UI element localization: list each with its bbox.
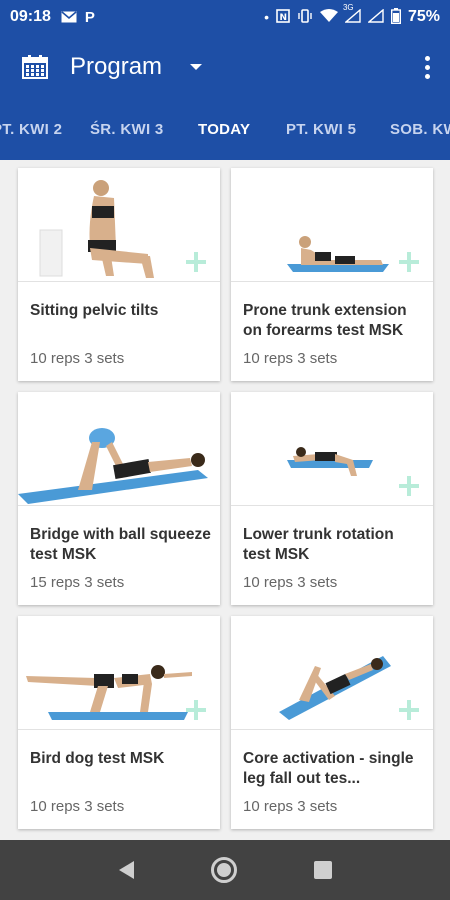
exercise-name: Sitting pelvic tilts — [30, 302, 159, 319]
mail-icon — [61, 11, 77, 23]
exercise-name: Bridge with ball squeeze test MSK — [30, 526, 211, 563]
exercise-image — [18, 616, 220, 730]
app-title[interactable]: Program — [70, 53, 162, 81]
exercise-card[interactable]: Sitting pelvic tilts 10 reps 3 sets — [18, 168, 220, 381]
network-type: 3G — [342, 2, 354, 12]
battery-percent: 75% — [407, 8, 440, 25]
status-indicators: • N 3G 75% — [264, 3, 440, 27]
exercise-image — [231, 392, 433, 506]
exercise-grid: Sitting pelvic tilts 10 reps 3 sets Pron… — [0, 160, 450, 840]
exercise-image — [231, 616, 433, 730]
calendar-icon[interactable] — [22, 55, 48, 79]
exercise-card[interactable]: Bird dog test MSK 10 reps 3 sets — [18, 616, 220, 829]
exercise-name: Lower trunk rotation test MSK — [243, 526, 394, 563]
tab-day-5[interactable]: SOB. KWI 6 — [390, 100, 450, 160]
recent-apps-icon[interactable] — [313, 861, 332, 879]
signal-icon: 3G — [343, 3, 361, 26]
dropdown-arrow-icon[interactable] — [190, 64, 203, 70]
app-bar: Program — [0, 34, 450, 100]
svg-text:N: N — [279, 13, 287, 23]
vibrate-icon — [297, 8, 313, 26]
exercise-name: Core activation - single leg fall out te… — [243, 750, 414, 787]
tab-day-4[interactable]: PT. KWI 5 — [286, 100, 356, 160]
exercise-sets: 10 reps 3 sets — [30, 350, 125, 367]
exercise-card[interactable]: Lower trunk rotation test MSK 10 reps 3 … — [231, 392, 433, 605]
exercise-image — [231, 168, 433, 282]
add-icon[interactable] — [186, 252, 206, 272]
add-icon[interactable] — [399, 476, 419, 496]
tab-today[interactable]: TODAY — [198, 100, 250, 160]
back-icon[interactable] — [118, 861, 134, 879]
nfc-icon: N — [276, 8, 290, 26]
home-icon[interactable] — [210, 857, 237, 883]
signal-icon-2 — [367, 7, 384, 26]
exercise-sets: 10 reps 3 sets — [30, 798, 125, 815]
add-icon[interactable] — [186, 700, 206, 720]
exercise-sets: 15 reps 3 sets — [30, 574, 125, 591]
exercise-card[interactable]: Core activation - single leg fall out te… — [231, 616, 433, 829]
add-icon[interactable] — [399, 700, 419, 720]
system-nav-bar — [0, 840, 450, 900]
exercise-sets: 10 reps 3 sets — [243, 798, 338, 815]
exercise-card[interactable]: Prone trunk extension on forearms test M… — [231, 168, 433, 381]
status-bar: 09:18 P • N 3G 75% — [0, 0, 450, 34]
exercise-name: Bird dog test MSK — [30, 750, 165, 767]
day-tabs: PT. KWI 2 ŚR. KWI 3 TODAY PT. KWI 5 SOB.… — [0, 100, 450, 160]
exercise-card[interactable]: Bridge with ball squeeze test MSK 15 rep… — [18, 392, 220, 605]
exercise-name: Prone trunk extension on forearms test M… — [243, 302, 407, 339]
exercise-image — [18, 392, 220, 506]
battery-icon — [390, 7, 401, 27]
tab-day-2[interactable]: ŚR. KWI 3 — [90, 100, 164, 160]
wifi-icon — [319, 8, 338, 26]
dot-icon: • — [264, 9, 269, 25]
more-options-icon[interactable] — [424, 55, 430, 79]
exercise-sets: 10 reps 3 sets — [243, 574, 338, 591]
parking-icon: P — [84, 8, 95, 26]
tab-day-1[interactable]: PT. KWI 2 — [0, 100, 62, 160]
exercise-image — [18, 168, 220, 282]
add-icon[interactable] — [399, 252, 419, 272]
exercise-sets: 10 reps 3 sets — [243, 350, 338, 367]
status-time: 09:18 — [10, 8, 51, 25]
